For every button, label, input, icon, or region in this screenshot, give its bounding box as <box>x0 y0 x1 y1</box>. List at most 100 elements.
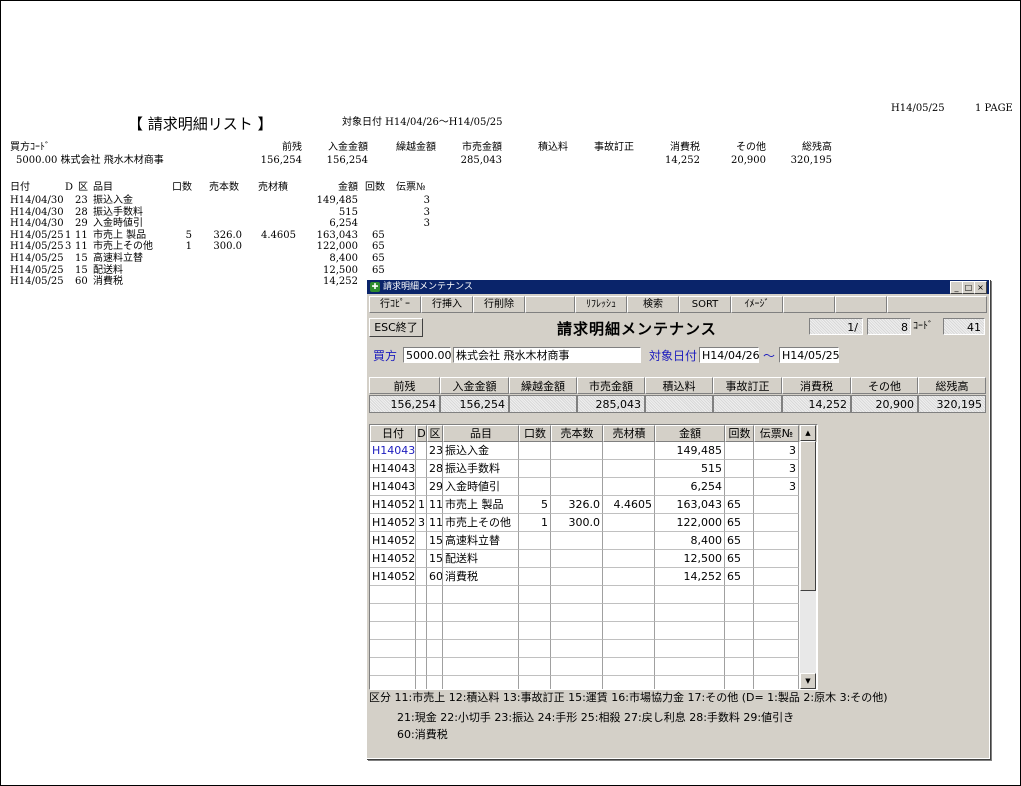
grid-cell[interactable] <box>725 658 754 676</box>
grid-cell[interactable] <box>416 478 427 496</box>
grid-cell[interactable] <box>603 586 655 604</box>
grid-cell[interactable] <box>725 604 754 622</box>
grid-cell[interactable]: 65 <box>725 550 754 568</box>
grid-cell[interactable] <box>416 586 427 604</box>
grid-cell[interactable] <box>603 478 655 496</box>
grid-cell[interactable]: 1 <box>519 514 551 532</box>
grid-cell[interactable] <box>725 640 754 658</box>
date-from-field[interactable]: H14/04/26 <box>699 347 760 363</box>
grid-cell[interactable] <box>603 658 655 676</box>
grid-cell[interactable] <box>519 568 551 586</box>
grid-cell[interactable] <box>655 676 725 689</box>
grid-cell[interactable]: 515 <box>655 460 725 478</box>
grid-cell[interactable] <box>427 658 443 676</box>
grid-row[interactable]: H140525 60消費税 14,25265 <box>370 568 817 586</box>
grid-cell[interactable]: 入金時値引 <box>443 478 519 496</box>
grid-cell[interactable]: 1 <box>416 496 427 514</box>
grid-cell[interactable] <box>725 622 754 640</box>
detail-grid[interactable]: 日付D区品目口数売本数売材積金額回数伝票№ H140430 23振込入金 149,4… <box>369 424 818 690</box>
close-button[interactable]: × <box>974 281 987 294</box>
grid-cell[interactable]: 15 <box>427 550 443 568</box>
grid-cell[interactable] <box>519 640 551 658</box>
grid-cell[interactable]: 28 <box>427 460 443 478</box>
grid-cell[interactable]: 4.4605 <box>603 496 655 514</box>
grid-cell[interactable] <box>754 622 799 640</box>
grid-cell[interactable] <box>603 676 655 689</box>
grid-cell[interactable] <box>754 676 799 689</box>
grid-cell[interactable]: 60 <box>427 568 443 586</box>
grid-cell[interactable] <box>551 586 603 604</box>
grid-cell[interactable] <box>754 640 799 658</box>
grid-cell[interactable] <box>551 676 603 689</box>
grid-cell[interactable]: 振込手数料 <box>443 460 519 478</box>
row-delete-button[interactable]: 行削除 <box>473 296 525 313</box>
grid-cell[interactable] <box>551 622 603 640</box>
grid-cell[interactable] <box>655 586 725 604</box>
grid-cell[interactable] <box>416 640 427 658</box>
buyer-name-field[interactable]: 株式会社 飛水木材商事 <box>453 347 641 363</box>
sort-button[interactable]: SORT <box>679 296 731 313</box>
buyer-code-field[interactable]: 5000.00 <box>403 347 452 363</box>
grid-cell[interactable]: H140525 <box>370 550 416 568</box>
grid-cell[interactable]: 市売上 製品 <box>443 496 519 514</box>
grid-col-header[interactable]: 口数 <box>519 425 551 442</box>
grid-cell[interactable] <box>416 442 427 460</box>
grid-cell[interactable] <box>603 622 655 640</box>
scroll-up-arrow-icon[interactable]: ▲ <box>800 425 816 441</box>
grid-cell[interactable] <box>427 676 443 689</box>
grid-cell[interactable] <box>416 676 427 689</box>
grid-cell[interactable] <box>754 586 799 604</box>
grid-cell[interactable] <box>603 442 655 460</box>
grid-cell[interactable]: 3 <box>754 442 799 460</box>
grid-row[interactable] <box>370 604 817 622</box>
grid-cell[interactable]: 300.0 <box>551 514 603 532</box>
grid-cell[interactable] <box>754 496 799 514</box>
grid-col-header[interactable]: 金額 <box>655 425 725 442</box>
grid-cell[interactable] <box>416 568 427 586</box>
grid-cell[interactable] <box>519 676 551 689</box>
grid-col-header[interactable]: 売本数 <box>551 425 603 442</box>
grid-cell[interactable]: H140525 <box>370 514 416 532</box>
grid-cell[interactable] <box>519 658 551 676</box>
grid-cell[interactable] <box>655 640 725 658</box>
grid-row[interactable] <box>370 586 817 604</box>
grid-cell[interactable]: 11 <box>427 514 443 532</box>
grid-cell[interactable] <box>655 604 725 622</box>
grid-cell[interactable] <box>443 658 519 676</box>
grid-cell[interactable] <box>754 514 799 532</box>
grid-col-header[interactable]: 品目 <box>443 425 519 442</box>
grid-cell[interactable] <box>725 442 754 460</box>
grid-cell[interactable] <box>443 640 519 658</box>
scroll-down-arrow-icon[interactable]: ▼ <box>800 673 816 689</box>
grid-cell[interactable] <box>443 676 519 689</box>
grid-cell[interactable]: 高速料立替 <box>443 532 519 550</box>
grid-cell[interactable] <box>519 478 551 496</box>
grid-cell[interactable] <box>443 622 519 640</box>
grid-cell[interactable]: 8,400 <box>655 532 725 550</box>
refresh-button[interactable]: ﾘﾌﾚｯｼｭ <box>575 296 627 313</box>
grid-cell[interactable]: 29 <box>427 478 443 496</box>
grid-cell[interactable] <box>603 604 655 622</box>
grid-cell[interactable] <box>519 442 551 460</box>
grid-row[interactable]: H140525111市売上 製品5326.04.4605163,04365 <box>370 496 817 514</box>
grid-row[interactable]: H140430 28振込手数料 515 3 <box>370 460 817 478</box>
grid-cell[interactable] <box>370 586 416 604</box>
grid-cell[interactable] <box>754 550 799 568</box>
grid-row[interactable]: H140525311市売上その他1300.0 122,00065 <box>370 514 817 532</box>
grid-cell[interactable]: 15 <box>427 532 443 550</box>
toolbar-blank-button-1[interactable] <box>525 296 575 313</box>
grid-cell[interactable] <box>655 658 725 676</box>
row-copy-button[interactable]: 行ｺﾋﾟｰ <box>369 296 421 313</box>
grid-cell[interactable] <box>754 658 799 676</box>
date-to-field[interactable]: H14/05/25 <box>779 347 840 363</box>
grid-cell[interactable]: 65 <box>725 532 754 550</box>
grid-cell[interactable]: 消費税 <box>443 568 519 586</box>
grid-cell[interactable]: 65 <box>725 514 754 532</box>
grid-col-header[interactable]: 区 <box>427 425 443 442</box>
grid-cell[interactable] <box>416 532 427 550</box>
grid-cell[interactable]: 5 <box>519 496 551 514</box>
grid-row[interactable]: H140525 15配送料 12,50065 <box>370 550 817 568</box>
grid-cell[interactable] <box>655 622 725 640</box>
grid-cell[interactable] <box>416 604 427 622</box>
grid-cell[interactable] <box>519 586 551 604</box>
